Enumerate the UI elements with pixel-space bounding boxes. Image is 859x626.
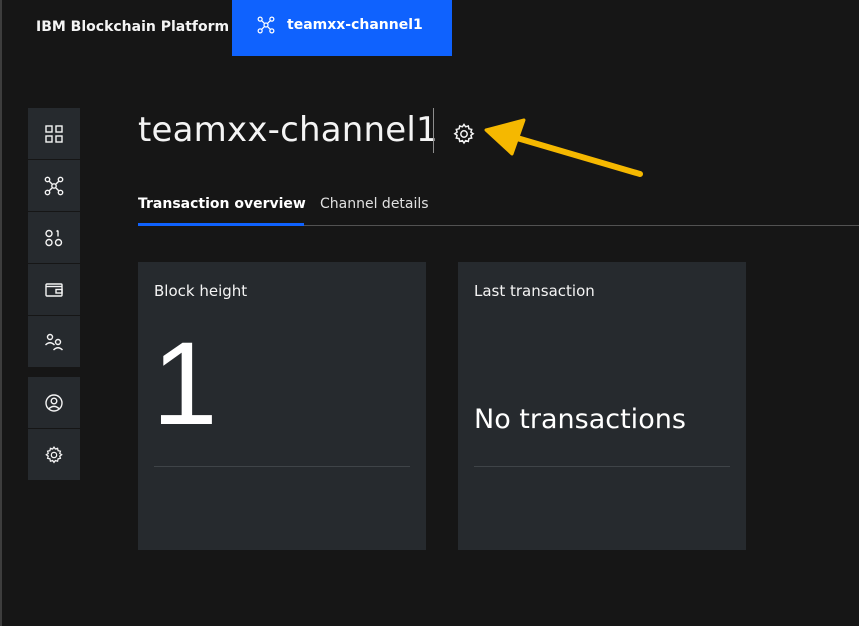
app-window: IBM Blockchain Platform teamxx-channel1	[0, 0, 859, 626]
channel-icon	[257, 16, 275, 34]
sidebar-item-wallet[interactable]	[28, 264, 80, 316]
sidebar-item-user-profile[interactable]	[28, 377, 80, 429]
user-profile-icon	[45, 393, 63, 412]
header-tab-label: teamxx-channel1	[287, 17, 423, 33]
top-header: IBM Blockchain Platform teamxx-channel1	[2, 0, 859, 56]
sidebar-item-settings[interactable]	[28, 429, 80, 481]
tab-transaction-overview[interactable]: Transaction overview	[138, 186, 306, 226]
channels-icon	[44, 176, 64, 195]
title-divider	[433, 108, 434, 153]
sidebar-secondary-group	[28, 377, 80, 481]
annotation-arrow	[484, 118, 643, 177]
last-transaction-tile: Last transaction No transactions	[458, 262, 746, 550]
channel-tabs: Transaction overview Channel details	[138, 186, 859, 226]
header-tab-channel[interactable]: teamxx-channel1	[232, 0, 452, 56]
left-sidebar	[28, 108, 80, 481]
block-height-value: 1	[152, 318, 218, 450]
block-height-tile: Block height 1	[138, 262, 426, 550]
last-transaction-value: No transactions	[474, 404, 686, 435]
brand-name[interactable]: IBM Blockchain Platform	[36, 19, 229, 35]
nodes-grid-icon	[45, 124, 63, 143]
block-height-label: Block height	[154, 282, 248, 300]
settings-gear-icon	[45, 445, 63, 464]
gear-icon[interactable]	[452, 122, 476, 146]
sidebar-item-organizations[interactable]	[28, 316, 80, 368]
smart-contracts-icon	[45, 229, 63, 246]
tab-channel-details[interactable]: Channel details	[320, 186, 429, 226]
organizations-icon	[45, 333, 63, 351]
tile-divider	[154, 466, 410, 467]
sidebar-item-channels[interactable]	[28, 160, 80, 212]
last-transaction-label: Last transaction	[474, 282, 595, 300]
page-title: teamxx-channel1	[138, 110, 438, 150]
wallet-icon	[45, 282, 63, 297]
tile-divider	[474, 466, 730, 467]
sidebar-item-smart-contracts[interactable]	[28, 212, 80, 264]
sidebar-item-nodes[interactable]	[28, 108, 80, 160]
